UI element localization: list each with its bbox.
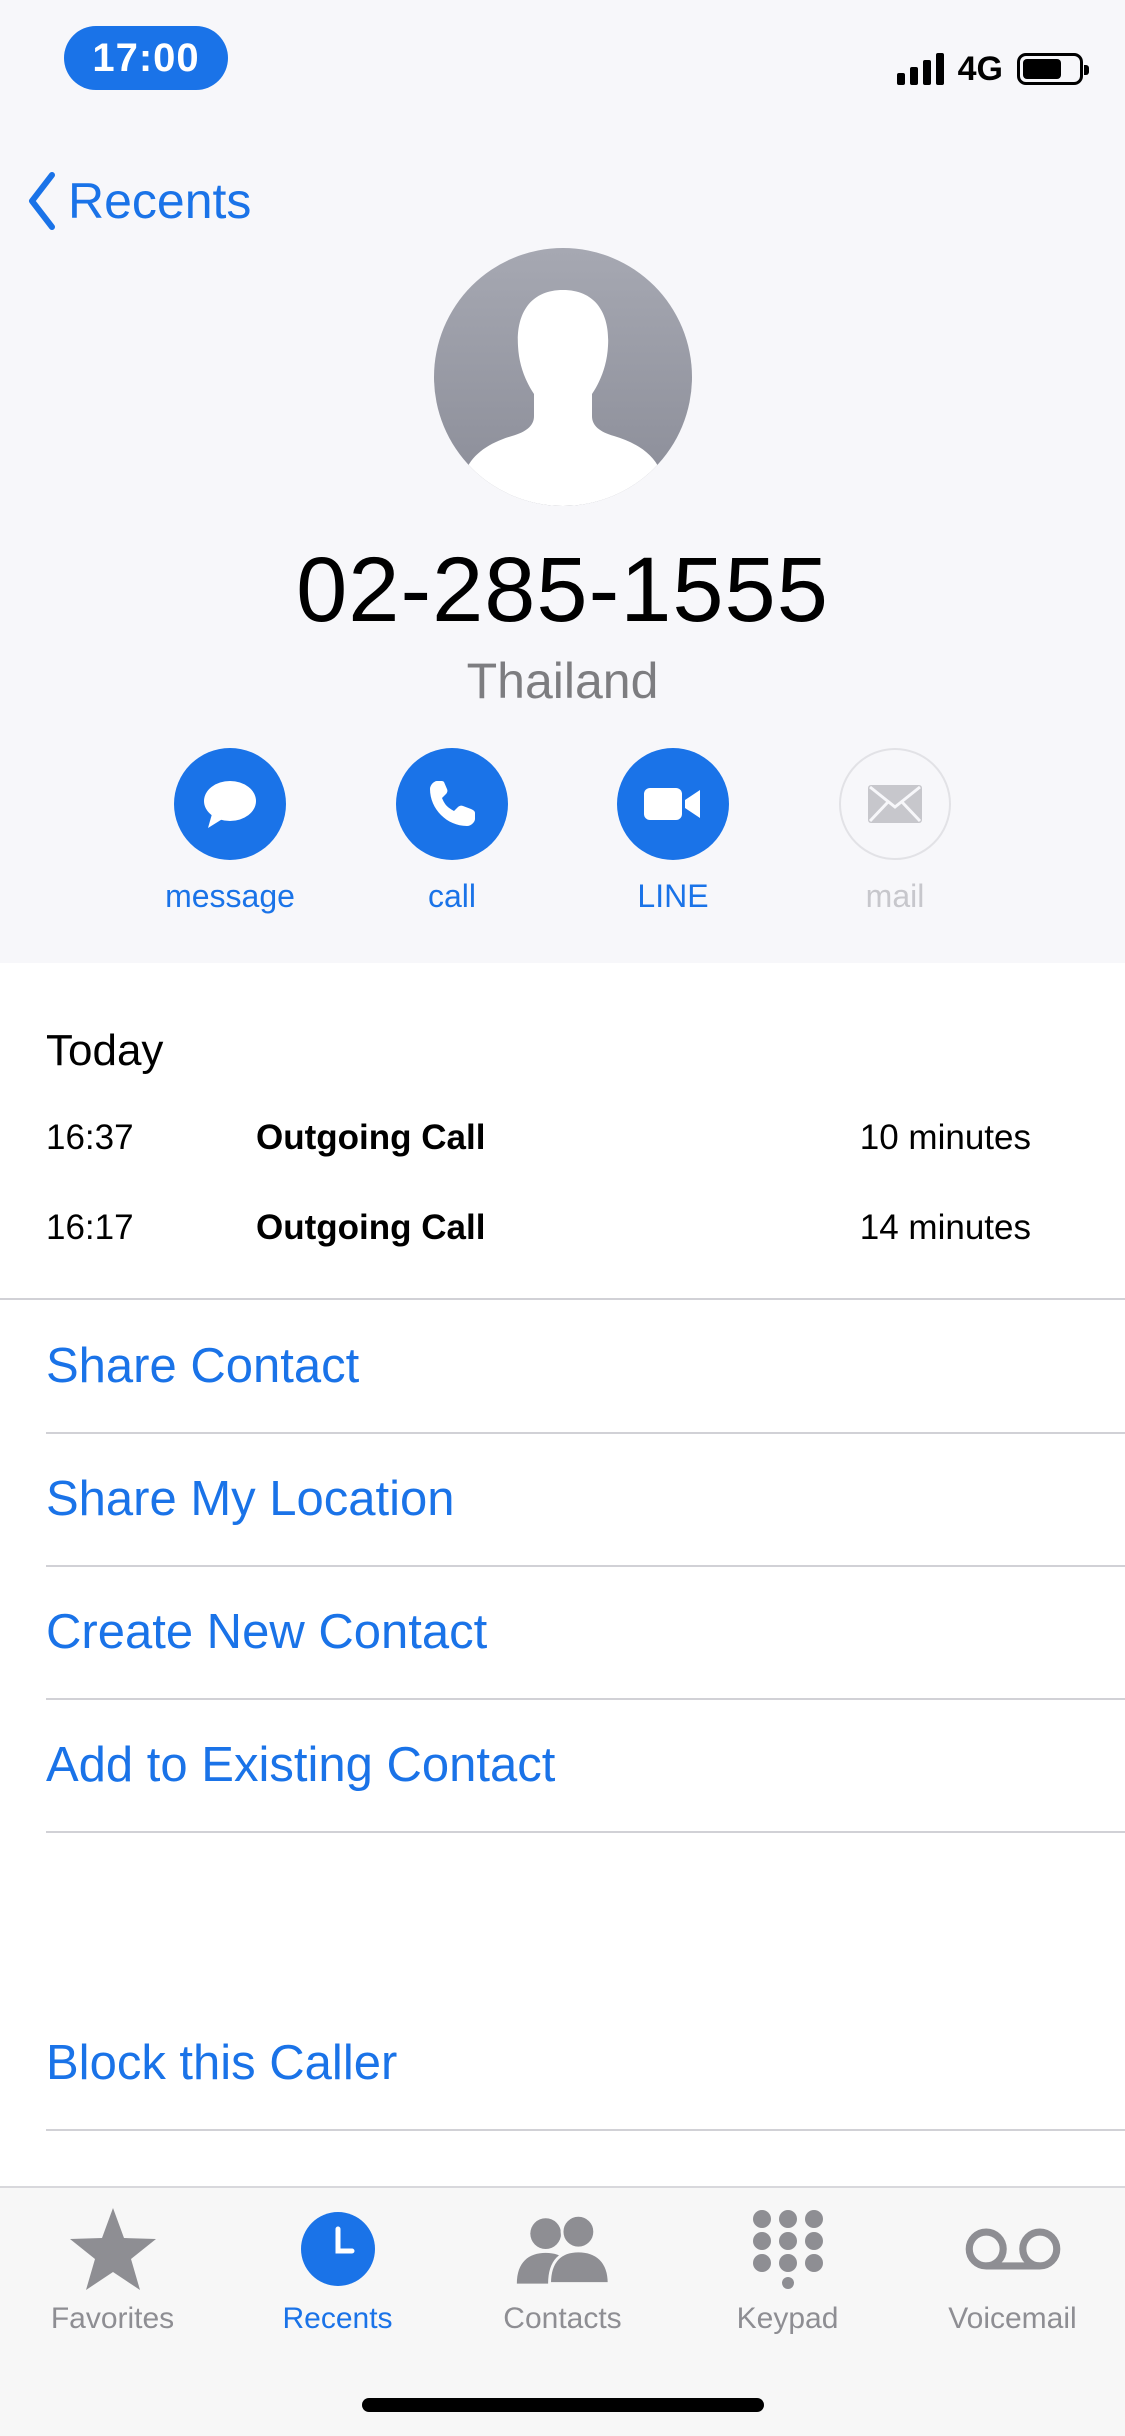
tab-label: Contacts (503, 2302, 622, 2335)
video-camera-icon (644, 788, 700, 820)
recents-day-label: Today (46, 1026, 164, 1075)
add-existing-contact-link[interactable]: Add to Existing Contact (46, 1737, 555, 1793)
row-divider (46, 1831, 1125, 1833)
tab-label: Recents (282, 2302, 393, 2335)
tab-label: Voicemail (948, 2302, 1077, 2335)
voicemail-icon (965, 2228, 1060, 2270)
tab-recents[interactable]: Recents (225, 2206, 450, 2356)
block-caller-link[interactable]: Block this Caller (46, 2035, 397, 2091)
call-type: Outgoing Call (256, 1208, 486, 1247)
star-icon (69, 2208, 156, 2290)
keypad-icon (752, 2210, 823, 2289)
call-time: 16:37 (46, 1118, 134, 1157)
tab-keypad[interactable]: Keypad (675, 2206, 900, 2356)
message-button[interactable]: message (140, 748, 320, 918)
contact-country: Thailand (466, 653, 659, 709)
tab-label: Keypad (736, 2302, 839, 2335)
back-label: Recents (68, 173, 252, 229)
cellular-signal-icon (896, 53, 944, 85)
line-video-button[interactable]: LINE (583, 748, 763, 918)
tab-favorites[interactable]: Favorites (0, 2206, 225, 2356)
status-indicators: 4G (896, 46, 1089, 92)
phone-number: 02-285-1555 (296, 539, 829, 641)
clock-icon (300, 2212, 375, 2286)
share-contact-link[interactable]: Share Contact (46, 1338, 359, 1394)
back-button[interactable]: Recents (26, 166, 251, 236)
home-indicator[interactable] (362, 2398, 764, 2412)
row-divider (46, 1565, 1125, 1567)
section-divider (0, 1298, 1125, 1300)
call-time: 16:17 (46, 1208, 134, 1247)
tab-voicemail[interactable]: Voicemail (900, 2206, 1125, 2356)
chevron-left-icon (29, 172, 55, 230)
call-button[interactable]: call (362, 748, 542, 918)
tab-contacts[interactable]: Contacts (450, 2206, 675, 2356)
line-label: LINE (637, 878, 709, 914)
message-label: message (165, 878, 295, 914)
envelope-icon (868, 785, 922, 823)
call-duration: 14 minutes (859, 1208, 1031, 1247)
people-icon (516, 2213, 611, 2286)
call-label: call (427, 878, 476, 914)
status-time[interactable]: 17:00 (64, 26, 228, 90)
create-contact-link[interactable]: Create New Contact (46, 1604, 487, 1660)
call-entry: 16:37 Outgoing Call 10 minutes (46, 1113, 1046, 1163)
row-divider (46, 2129, 1125, 2131)
row-divider (46, 1432, 1125, 1434)
call-entry: 16:17 Outgoing Call 14 minutes (46, 1203, 1046, 1253)
battery-icon (1017, 53, 1089, 85)
mail-label: mail (865, 878, 925, 914)
network-type: 4G (957, 49, 1003, 88)
call-type: Outgoing Call (256, 1118, 486, 1157)
mail-button[interactable]: mail (805, 748, 985, 918)
row-divider (46, 1698, 1125, 1700)
share-location-link[interactable]: Share My Location (46, 1471, 455, 1527)
call-duration: 10 minutes (859, 1118, 1031, 1157)
contact-actions: message call LINE mail (0, 748, 1125, 918)
tab-label: Favorites (50, 2302, 175, 2335)
contact-avatar (434, 248, 692, 506)
person-silhouette-icon (466, 290, 660, 506)
message-bubble-icon (204, 781, 256, 828)
phone-icon (430, 781, 475, 826)
